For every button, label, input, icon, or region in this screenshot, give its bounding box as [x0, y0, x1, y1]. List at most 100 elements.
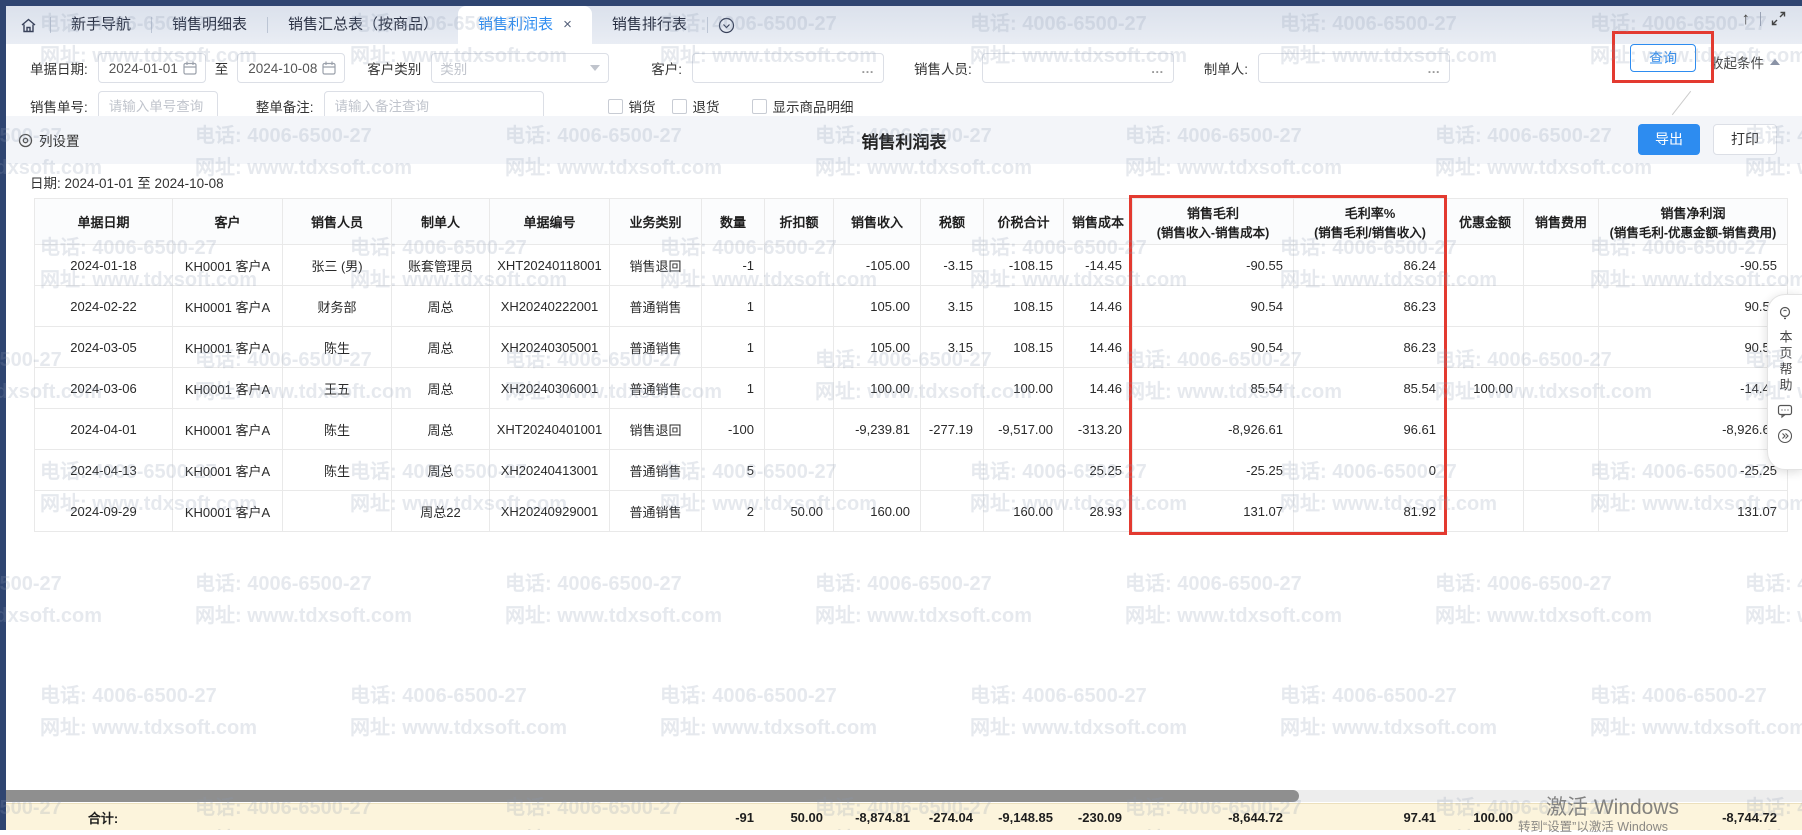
column-header[interactable]: 客户 [173, 199, 283, 245]
salesperson-label: 销售人员: [914, 58, 972, 78]
page-help-label[interactable]: 本页帮助 [1776, 330, 1795, 394]
table-cell [1524, 245, 1599, 286]
customer-label: 客户: [651, 58, 682, 78]
tab-sales-profit-active[interactable]: 销售利润表 × [458, 6, 592, 44]
table-row[interactable]: 2024-02-22KH0001 客户A财务部周总XH20240222001普通… [35, 286, 1788, 327]
column-header[interactable]: 折扣额 [765, 199, 834, 245]
table-row[interactable]: 2024-01-18KH0001 客户A张三 (男)账套管理员XHT202401… [35, 245, 1788, 286]
table-cell: 张三 (男) [283, 245, 392, 286]
remark-value[interactable] [333, 98, 535, 115]
column-settings-button[interactable]: 列设置 [18, 130, 80, 150]
checkbox-icon[interactable] [608, 99, 623, 114]
table-cell: 28.93 [1064, 491, 1133, 532]
table-cell: 普通销售 [610, 450, 702, 491]
column-header[interactable]: 毛利率%(销售毛利/销售收入) [1294, 199, 1447, 245]
table-row[interactable]: 2024-04-13KH0001 客户A陈生周总XH20240413001普通销… [35, 450, 1788, 491]
date-from-value[interactable] [107, 60, 183, 77]
column-header[interactable]: 销售净利润(销售毛利-优惠金额-销售费用) [1599, 199, 1788, 245]
column-header[interactable]: 销售毛利(销售收入-销售成本) [1133, 199, 1294, 245]
column-header[interactable]: 销售费用 [1524, 199, 1599, 245]
column-header[interactable]: 税额 [921, 199, 984, 245]
column-header[interactable]: 销售人员 [283, 199, 392, 245]
checkbox-sale[interactable]: 销货 [608, 96, 656, 116]
report-date-range: 日期: 2024-01-01 至 2024-10-08 [30, 172, 224, 192]
salesperson-value[interactable] [991, 60, 1147, 77]
tab-sales-ranking[interactable]: 销售排行表 [592, 6, 707, 44]
column-header[interactable]: 数量 [702, 199, 765, 245]
fullscreen-icon[interactable] [1771, 11, 1786, 26]
creator-value[interactable] [1267, 60, 1423, 77]
table-row[interactable]: 2024-09-29KH0001 客户A周总22XH20240929001普通销… [35, 491, 1788, 532]
creator-input[interactable]: … [1258, 53, 1450, 83]
table-row[interactable]: 2024-03-06KH0001 客户A王五周总XH20240306001普通销… [35, 368, 1788, 409]
table-cell: 5 [702, 450, 765, 491]
horizontal-scrollbar-track[interactable] [0, 790, 1802, 802]
date-to-input[interactable] [237, 53, 345, 83]
table-cell: 90.54 [1133, 327, 1294, 368]
calendar-icon[interactable] [183, 61, 197, 75]
totals-cell: 100.00 [1446, 804, 1523, 830]
date-from-input[interactable] [98, 53, 206, 83]
feedback-chat-icon[interactable] [1777, 403, 1793, 419]
creator-label: 制单人: [1204, 58, 1248, 78]
checkbox-icon[interactable] [752, 99, 767, 114]
totals-cell: 97.41 [1293, 804, 1446, 830]
picker-ellipsis-icon[interactable]: … [1427, 61, 1441, 76]
table-cell: 陈生 [283, 450, 392, 491]
export-button[interactable]: 导出 [1638, 124, 1700, 155]
home-button[interactable] [6, 6, 50, 44]
column-header[interactable]: 销售收入 [834, 199, 921, 245]
tab-list-dropdown-icon[interactable] [708, 6, 746, 44]
checkbox-icon[interactable] [672, 99, 687, 114]
tab-close-icon[interactable]: × [563, 6, 572, 44]
checkbox-show-product-detail[interactable]: 显示商品明细 [752, 96, 854, 116]
table-cell: 96.61 [1294, 409, 1447, 450]
column-header[interactable]: 制单人 [392, 199, 490, 245]
table-cell: XH20240222001 [490, 286, 610, 327]
tab-sales-summary-by-product[interactable]: 销售汇总表（按商品） [268, 6, 458, 44]
table-cell: 2024-04-13 [35, 450, 173, 491]
tab-beginner-nav[interactable]: 新手导航 [51, 6, 151, 44]
scroll-top-icon[interactable]: ↑ [1742, 10, 1751, 27]
table-cell: 14.46 [1064, 286, 1133, 327]
column-header[interactable]: 单据日期 [35, 199, 173, 245]
column-header[interactable]: 销售成本 [1064, 199, 1133, 245]
picker-ellipsis-icon[interactable]: … [861, 61, 875, 76]
table-cell: 14.46 [1064, 327, 1133, 368]
column-header[interactable]: 优惠金额 [1447, 199, 1524, 245]
table-cell: -25.25 [1133, 450, 1294, 491]
table-cell [1447, 245, 1524, 286]
print-button[interactable]: 打印 [1713, 124, 1777, 155]
table-row[interactable]: 2024-04-01KH0001 客户A陈生周总XHT20240401001销售… [35, 409, 1788, 450]
table-cell: KH0001 客户A [173, 409, 283, 450]
checkbox-return[interactable]: 退货 [672, 96, 720, 116]
column-header[interactable]: 价税合计 [984, 199, 1064, 245]
table-row[interactable]: 2024-03-05KH0001 客户A陈生周总XH20240305001普通销… [35, 327, 1788, 368]
collapse-panel-icon[interactable] [1777, 428, 1793, 444]
date-to-value[interactable] [246, 60, 322, 77]
hint-lamp-icon[interactable] [1777, 305, 1793, 321]
horizontal-scrollbar-thumb[interactable] [0, 790, 1299, 802]
order-no-value[interactable] [107, 98, 209, 115]
customer-value[interactable] [701, 60, 857, 77]
table-cell: 25.25 [1064, 450, 1133, 491]
table-cell: 1 [702, 327, 765, 368]
calendar-icon[interactable] [322, 61, 336, 75]
column-header[interactable]: 业务类别 [610, 199, 702, 245]
table-cell: 131.07 [1133, 491, 1294, 532]
table-cell: -105.00 [834, 245, 921, 286]
table-cell: XHT20240118001 [490, 245, 610, 286]
customer-type-select[interactable]: 类别 [431, 53, 609, 83]
picker-ellipsis-icon[interactable]: … [1151, 61, 1165, 76]
query-button[interactable]: 查询 [1630, 44, 1696, 72]
collapse-conditions-button[interactable]: 收起条件 [1710, 52, 1780, 72]
salesperson-input[interactable]: … [982, 53, 1174, 83]
customer-input[interactable]: … [692, 53, 884, 83]
table-cell [1447, 327, 1524, 368]
tab-sales-detail[interactable]: 销售明细表 [152, 6, 267, 44]
totals-cell: -274.04 [920, 804, 983, 830]
table-header: 单据日期客户销售人员制单人单据编号业务类别数量折扣额销售收入税额价税合计销售成本… [35, 199, 1788, 245]
table-cell: 周总22 [392, 491, 490, 532]
table-cell: 2024-04-01 [35, 409, 173, 450]
column-header[interactable]: 单据编号 [490, 199, 610, 245]
